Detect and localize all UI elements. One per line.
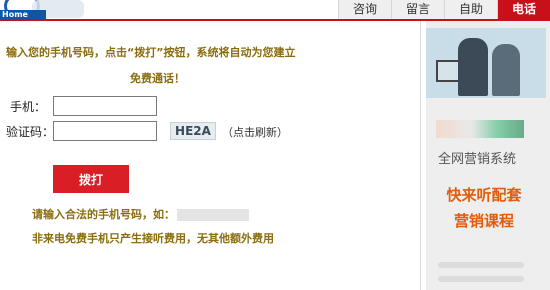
sidebar-blurred-text: [438, 262, 524, 268]
dial-button[interactable]: 拨打: [53, 165, 129, 193]
business-people-image: [426, 28, 546, 98]
tab-phone[interactable]: 电话: [497, 0, 550, 19]
tab-bar: 咨询 留言 自助 电话: [338, 0, 550, 19]
phone-callback-panel: [0, 21, 420, 290]
captcha-input[interactable]: [53, 121, 157, 141]
phone-label: 手机：: [10, 100, 47, 114]
phone-format-hint-text: 请输入合法的手机号码，如：: [32, 208, 175, 221]
instruction-text-free-call: 免费通话！: [130, 72, 185, 85]
tab-consult[interactable]: 咨询: [338, 0, 391, 19]
tab-self-service[interactable]: 自助: [444, 0, 497, 19]
promo-line-1: 快来听配套: [446, 186, 522, 204]
tab-message[interactable]: 留言: [391, 0, 444, 19]
person-icon: [492, 44, 520, 96]
content-divider: [420, 21, 421, 290]
promo-line-2: 营销课程: [453, 212, 514, 230]
captcha-label: 验证码：: [6, 125, 55, 139]
captcha-image[interactable]: HE2A: [170, 122, 216, 140]
instruction-text: 输入您的手机号码，点击“拨打”按钮，系统将自动为您建立: [6, 46, 296, 59]
example-number-blurred: [177, 209, 249, 221]
sidebar-blurred-banner: [436, 120, 524, 138]
site-logo[interactable]: Home: [0, 0, 84, 19]
fee-notice: 非来电免费手机只产生接听费用，无其他额外费用: [32, 232, 274, 245]
captcha-refresh-link[interactable]: （点击刷新）: [222, 124, 288, 140]
sidebar-blurred-text: [438, 276, 524, 282]
phone-format-hint: 请输入合法的手机号码，如：: [32, 206, 249, 222]
sidebar-subtitle: 全网营销系统: [438, 152, 517, 167]
top-navigation-bar: Home 咨询 留言 自助 电话: [0, 0, 550, 21]
phone-input[interactable]: [53, 96, 157, 116]
home-badge[interactable]: Home: [0, 10, 46, 19]
sidebar-promo[interactable]: 快来听配套 营销课程: [438, 182, 530, 234]
person-icon: [458, 38, 488, 96]
